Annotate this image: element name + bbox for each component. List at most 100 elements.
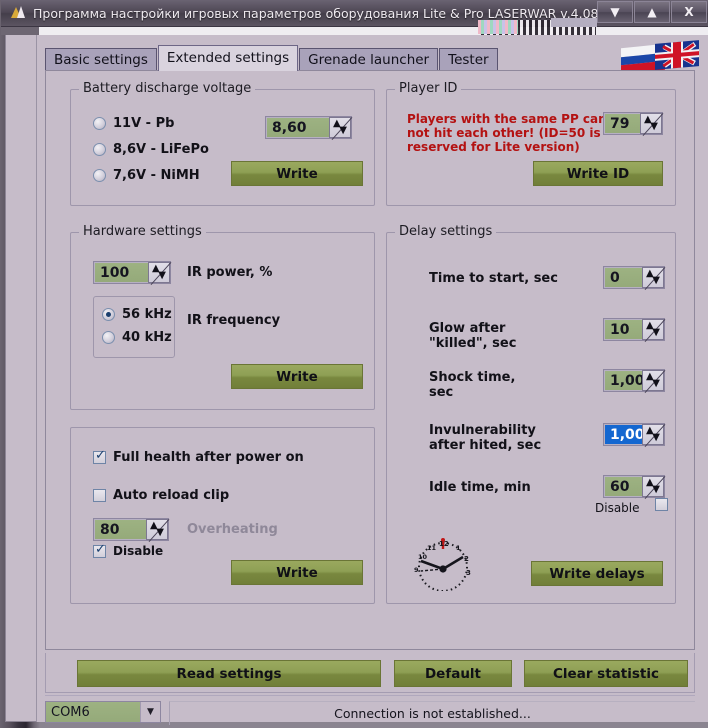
tab-panel-extended-settings: Battery discharge voltage 11V - Pb 8,6V …: [45, 70, 695, 650]
svg-text:11: 11: [427, 544, 437, 552]
maximize-button[interactable]: ▲: [634, 1, 670, 23]
close-button[interactable]: X: [671, 1, 707, 23]
shock-time-value[interactable]: 1,00: [604, 370, 642, 391]
spinner-arrows-icon[interactable]: ▲▼: [329, 117, 351, 138]
connection-status-text: Connection is not established...: [334, 706, 531, 721]
invulnerability-value[interactable]: 1,00: [604, 424, 642, 445]
group-misc-settings: Full health after power on Auto reload c…: [70, 427, 375, 604]
radio-label: 8,6V - LiFePo: [113, 142, 209, 157]
spinner-arrows-icon[interactable]: ▲▼: [148, 262, 170, 283]
checkbox-idle-disable[interactable]: [655, 498, 668, 511]
checkbox-full-health[interactable]: Full health after power on: [93, 450, 304, 465]
svg-text:3: 3: [466, 569, 471, 577]
spinner-arrows-icon[interactable]: ▲▼: [642, 319, 664, 340]
radio-label: 11V - Pb: [113, 116, 174, 131]
misc-write-button[interactable]: Write: [231, 560, 363, 585]
player-id-write-button[interactable]: Write ID: [533, 161, 663, 186]
render-artifact: [551, 18, 597, 27]
radio-dot-icon: [93, 169, 106, 182]
read-settings-button[interactable]: Read settings: [77, 660, 381, 687]
radio-dot-icon: [93, 143, 106, 156]
window-frame-strip-dark: [1, 27, 39, 35]
group-title-delay: Delay settings: [395, 224, 496, 239]
spinner-arrows-icon[interactable]: ▲▼: [146, 519, 168, 540]
svg-text:9: 9: [414, 566, 419, 574]
radio-40khz[interactable]: 40 kHz: [102, 330, 172, 345]
checkbox-auto-reload-clip[interactable]: Auto reload clip: [93, 488, 229, 503]
spinner-arrows-icon[interactable]: ▲▼: [640, 113, 662, 134]
radio-86v-lifepo[interactable]: 8,6V - LiFePo: [93, 142, 209, 157]
spinner-arrows-icon[interactable]: ▲▼: [642, 370, 664, 391]
group-delay-settings: Delay settings Time to start, sec 0 ▲▼ G…: [386, 232, 676, 604]
spinner-arrows-icon[interactable]: ▲▼: [642, 476, 664, 497]
player-id-value[interactable]: 79: [604, 113, 640, 134]
idle-time-value[interactable]: 60: [604, 476, 642, 497]
radio-76v-nimh[interactable]: 7,6V - NiMH: [93, 168, 200, 183]
time-to-start-label: Time to start, sec: [429, 271, 558, 286]
title-bar[interactable]: Программа настройки игровых параметров о…: [1, 0, 708, 27]
window-controls: ▼ ▲ X: [596, 1, 707, 25]
bottom-button-bar: Read settings Default Clear statistic: [45, 653, 695, 697]
group-title-hardware: Hardware settings: [79, 224, 206, 239]
client-area: Basic settings Extended settings Grenade…: [36, 35, 708, 722]
overheating-label: Overheating: [187, 522, 278, 537]
group-battery-discharge-voltage: Battery discharge voltage 11V - Pb 8,6V …: [70, 89, 375, 206]
clear-statistic-button[interactable]: Clear statistic: [524, 660, 688, 687]
ir-power-value[interactable]: 100: [94, 262, 148, 283]
time-to-start-spinner[interactable]: 0 ▲▼: [603, 266, 665, 289]
time-to-start-value[interactable]: 0: [604, 267, 642, 288]
glow-after-killed-label: Glow after "killed", sec: [429, 321, 516, 351]
radio-11v-pb[interactable]: 11V - Pb: [93, 116, 174, 131]
glow-after-killed-value[interactable]: 10: [604, 319, 642, 340]
radio-label: 40 kHz: [122, 330, 172, 345]
stopwatch-icon: 12 11 10 9 1 2 3: [409, 533, 477, 591]
window-frame-strip: [1, 27, 708, 35]
checkbox-box-icon: [93, 489, 106, 502]
chevron-down-icon[interactable]: ▼: [140, 702, 160, 722]
radio-label: 7,6V - NiMH: [113, 168, 200, 183]
group-hardware-settings: Hardware settings 100 ▲▼ IR power, % 56 …: [70, 232, 375, 410]
shock-time-spinner[interactable]: 1,00 ▲▼: [603, 369, 665, 392]
idle-time-label: Idle time, min: [429, 480, 531, 495]
default-button[interactable]: Default: [394, 660, 512, 687]
overheating-value[interactable]: 80: [94, 519, 146, 540]
minimize-button[interactable]: ▼: [597, 1, 633, 23]
com-port-select[interactable]: COM6 ▼: [45, 701, 161, 723]
ir-frequency-panel: 56 kHz 40 kHz: [93, 296, 175, 358]
radio-56khz[interactable]: 56 kHz: [102, 307, 172, 322]
checkbox-box-icon: [93, 451, 106, 464]
glow-after-killed-spinner[interactable]: 10 ▲▼: [603, 318, 665, 341]
tab-extended-settings[interactable]: Extended settings: [158, 45, 298, 71]
status-separator: [45, 695, 695, 696]
checkbox-overheating-disable[interactable]: Disable: [93, 544, 163, 558]
checkbox-box-icon: [93, 545, 106, 558]
player-id-spinner[interactable]: 79 ▲▼: [603, 112, 663, 135]
spinner-arrows-icon[interactable]: ▲▼: [642, 267, 664, 288]
connection-status-field: Connection is not established...: [169, 701, 695, 725]
group-player-id: Player ID Players with the same PP can n…: [386, 89, 676, 206]
invulnerability-spinner[interactable]: 1,00 ▲▼: [603, 423, 665, 446]
overheating-spinner[interactable]: 80 ▲▼: [93, 518, 169, 541]
uk-flag-icon[interactable]: [655, 40, 699, 70]
ir-power-label: IR power, %: [187, 265, 272, 280]
checkbox-box-icon: [655, 498, 668, 511]
radio-label: 56 kHz: [122, 307, 172, 322]
tab-tester[interactable]: Tester: [439, 48, 497, 71]
player-id-warning: Players with the same PP can not hit eac…: [407, 112, 607, 154]
com-port-value: COM6: [46, 705, 140, 720]
hardware-write-button[interactable]: Write: [231, 364, 363, 389]
render-artifact: [478, 20, 518, 34]
svg-text:12: 12: [439, 540, 449, 548]
write-delays-button[interactable]: Write delays: [531, 561, 663, 586]
ir-power-spinner[interactable]: 100 ▲▼: [93, 261, 171, 284]
spinner-arrows-icon[interactable]: ▲▼: [642, 424, 664, 445]
tab-basic-settings[interactable]: Basic settings: [45, 48, 157, 71]
battery-write-button[interactable]: Write: [231, 161, 363, 186]
tab-grenade-launcher[interactable]: Grenade launcher: [299, 48, 438, 71]
status-bar: COM6 ▼ Connection is not established...: [45, 701, 695, 727]
language-flags: [621, 40, 701, 70]
battery-voltage-value[interactable]: 8,60: [266, 117, 329, 138]
battery-voltage-spinner[interactable]: 8,60 ▲▼: [265, 116, 352, 139]
group-title-battery: Battery discharge voltage: [79, 81, 255, 96]
idle-time-spinner[interactable]: 60 ▲▼: [603, 475, 665, 498]
